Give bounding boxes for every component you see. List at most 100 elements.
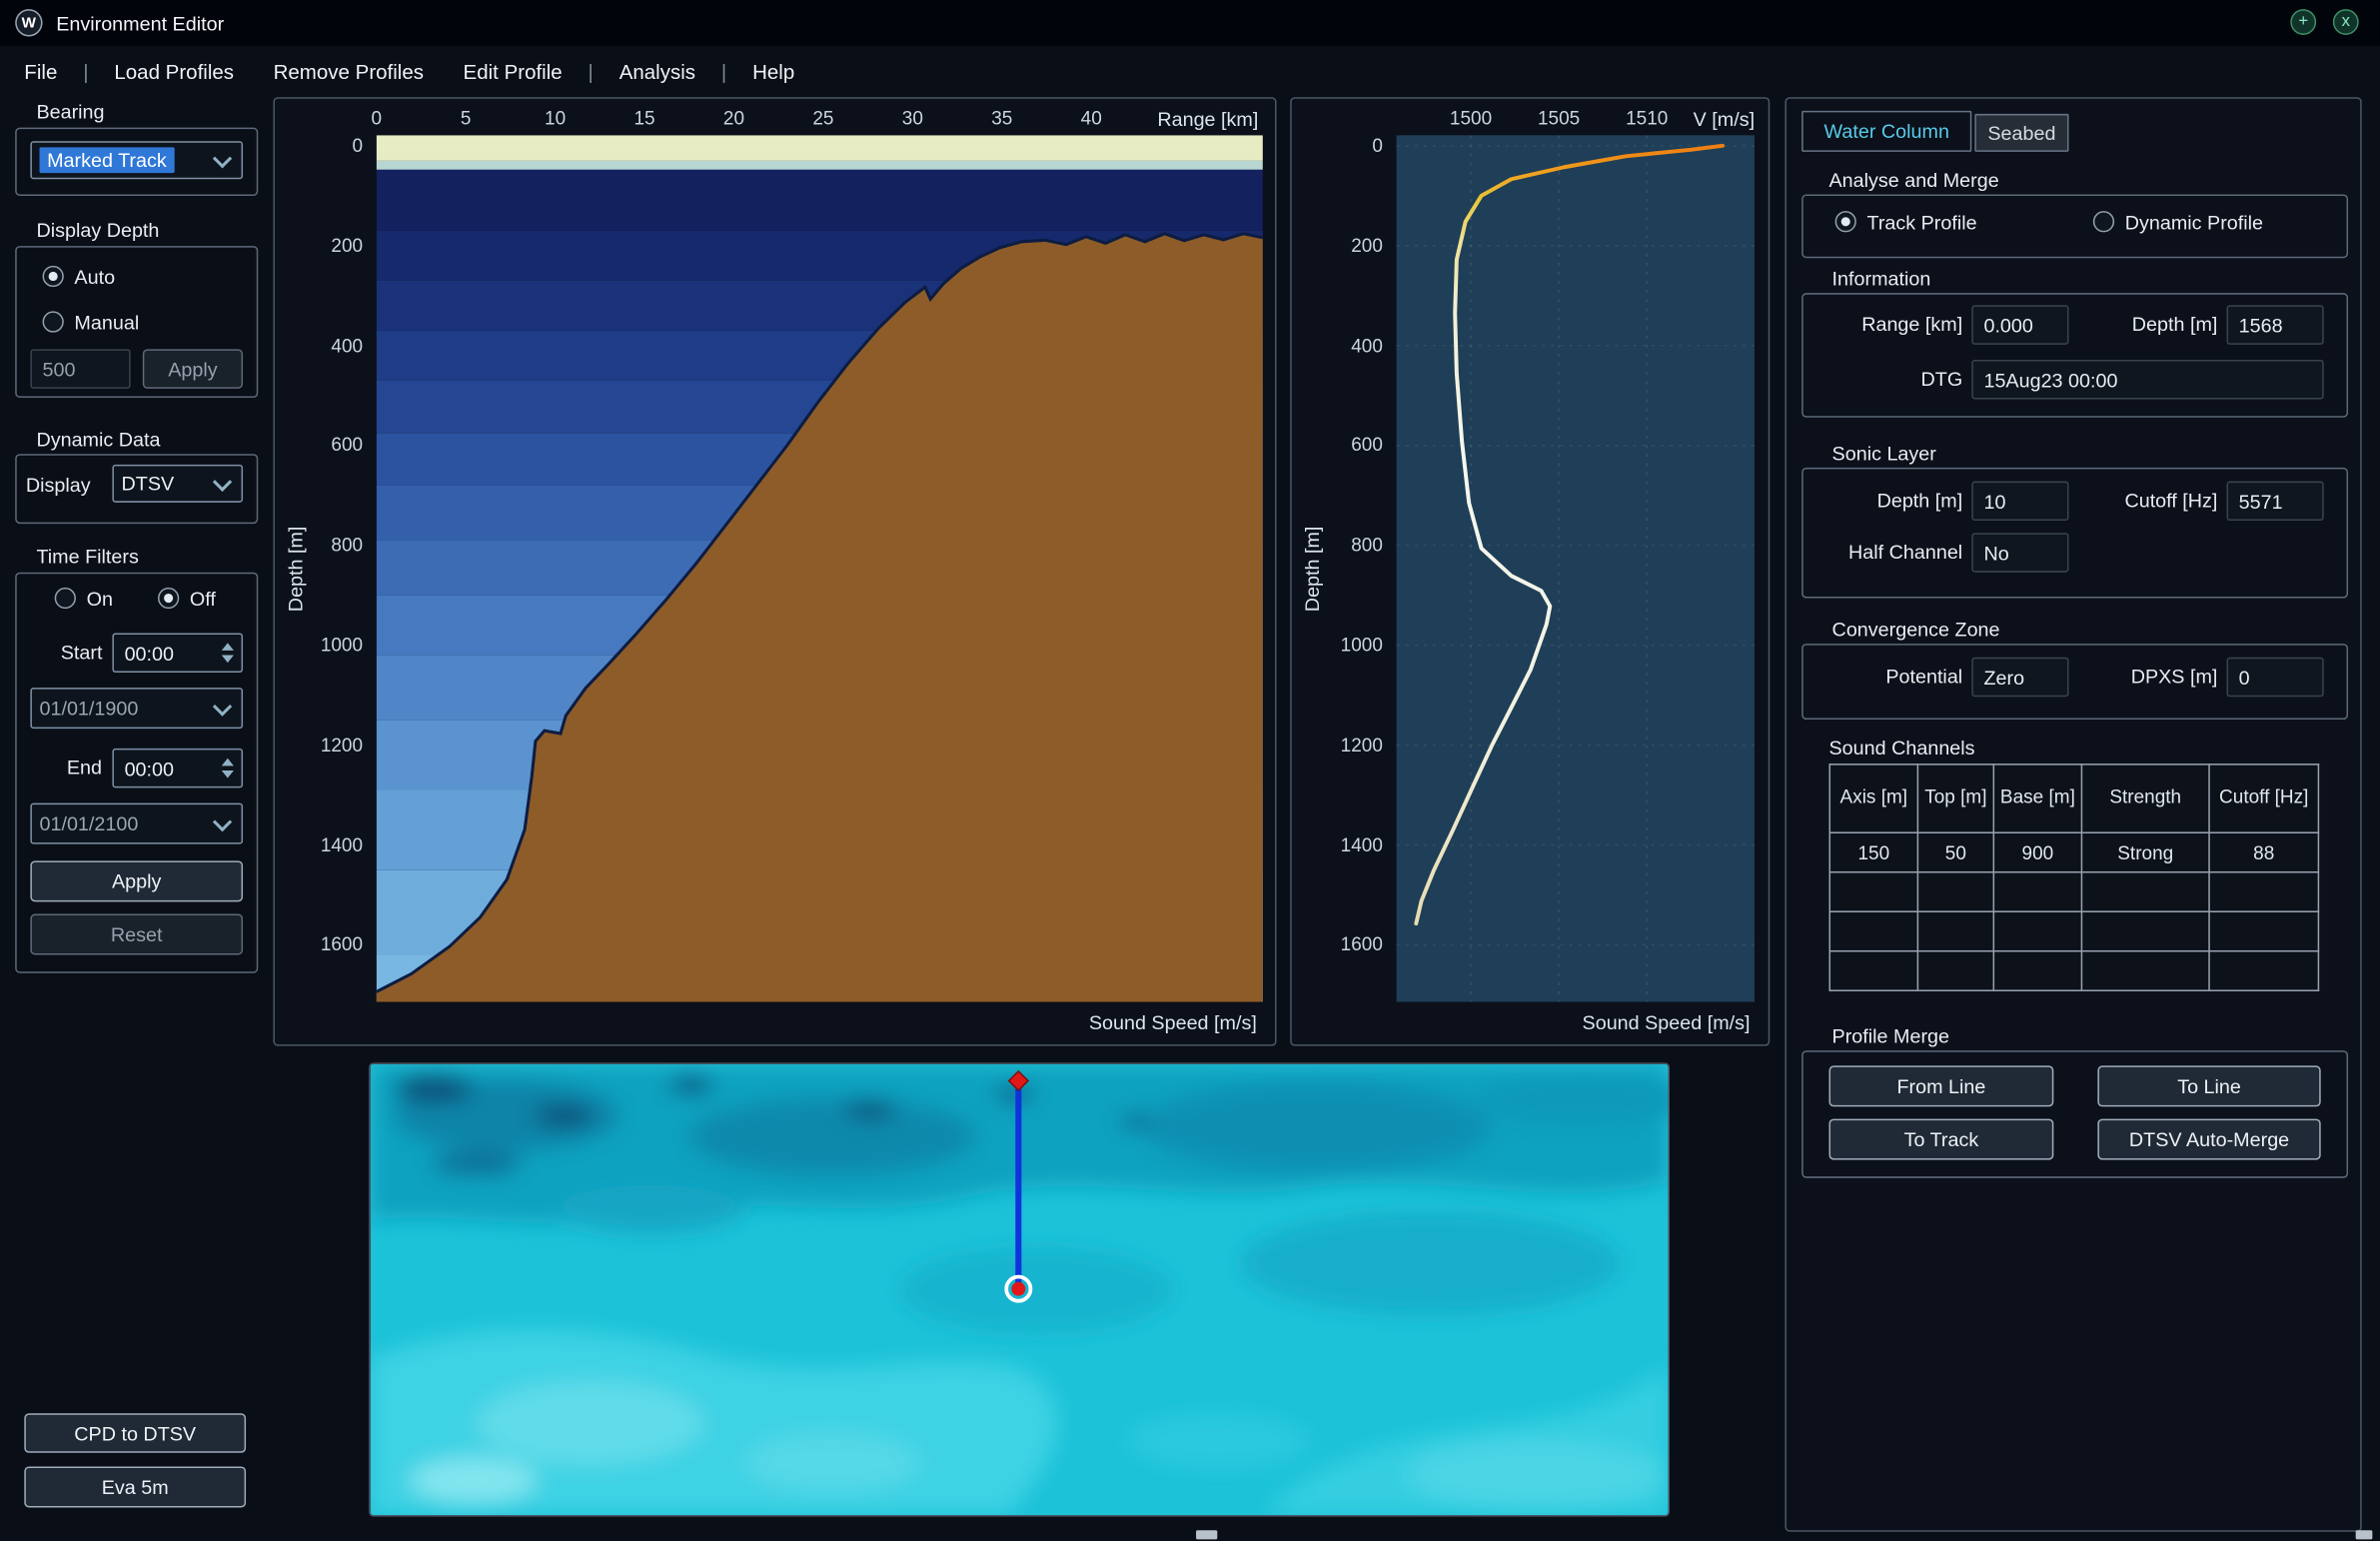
depth-tick-label: 800 [1351, 535, 1383, 556]
depth-auto-radio[interactable] [43, 266, 64, 287]
sound-channels-table[interactable]: Axis [m]Top [m]Base [m]StrengthCutoff [H… [1829, 764, 2320, 991]
depth-tick-label: 200 [331, 235, 363, 256]
menu-file[interactable]: File [0, 60, 77, 83]
sound-speed-profile-chart[interactable] [1397, 135, 1756, 1001]
manual-depth-input[interactable]: 500 [30, 349, 130, 388]
sonic-cutoff-field[interactable]: 5571 [2227, 482, 2324, 521]
information-group-label: Information [1832, 267, 1931, 290]
velocity-tick-label: 1505 [1538, 108, 1580, 129]
depth-tick-label: 400 [331, 335, 363, 356]
range-tick-label: 20 [723, 108, 744, 129]
menu-help[interactable]: Help [732, 60, 814, 83]
depth-tick-label: 600 [331, 435, 363, 456]
sound-channels-cell [1829, 951, 1917, 990]
dynamic-profile-radio-label: Dynamic Profile [2125, 210, 2263, 233]
track-profile-radio[interactable] [1835, 211, 1856, 232]
dpxs-field[interactable]: 0 [2227, 658, 2324, 697]
sound-channels-header: Cutoff [Hz] [2209, 765, 2318, 832]
time-filter-off-radio[interactable] [158, 588, 179, 609]
menu-remove-profiles[interactable]: Remove Profiles [254, 60, 444, 83]
sound-channels-cell [2081, 911, 2209, 950]
to-line-button[interactable]: To Line [2097, 1065, 2320, 1106]
sonic-depth-field[interactable]: 10 [1971, 482, 2068, 521]
depth-axis-label: Depth [m] [284, 135, 307, 1001]
to-track-button[interactable]: To Track [1829, 1119, 2054, 1160]
menu-load-profiles[interactable]: Load Profiles [95, 60, 254, 83]
app-logo-icon: W [15, 9, 42, 36]
spinner-arrows-icon[interactable] [222, 643, 234, 663]
time-filters-group-label: Time Filters [36, 545, 138, 568]
half-channel-label: Half Channel [1807, 541, 1962, 564]
scrollbar-thumb[interactable] [1196, 1530, 1217, 1539]
end-date-combo[interactable]: 01/01/2100 [30, 803, 243, 844]
sound-channels-header: Base [m] [1993, 765, 2081, 832]
bearing-combo[interactable]: Marked Track [30, 141, 243, 179]
info-depth-field[interactable]: 1568 [2227, 305, 2324, 344]
dpxs-label: DPXS [m] [2075, 665, 2218, 688]
sound-channels-cell [2209, 951, 2318, 990]
sound-speed-profile-panel: 150015051510 V [m/s] 0200400600800100012… [1290, 97, 1770, 1045]
minimize-button[interactable]: + [2290, 9, 2316, 35]
app-logo-letter: W [22, 14, 36, 31]
sound-channels-cell [2081, 951, 2209, 990]
range-km-field[interactable]: 0.000 [1971, 305, 2068, 344]
time-filter-off-radio-row: Off [158, 586, 216, 610]
time-filter-on-radio[interactable] [55, 588, 76, 609]
close-button[interactable]: x [2333, 9, 2359, 35]
end-time-value: 00:00 [125, 757, 174, 779]
end-time-spinner[interactable]: 00:00 [112, 749, 243, 787]
sound-channels-row: 15050900Strong88 [1829, 832, 2318, 871]
end-date-value: 01/01/2100 [39, 812, 138, 835]
cpd-to-dtsv-button[interactable]: CPD to DTSV [24, 1413, 246, 1452]
depth-tick-label: 0 [1372, 135, 1383, 156]
menu-bar: File | Load Profiles Remove Profiles Edi… [0, 46, 2380, 98]
menu-edit-profile[interactable]: Edit Profile [444, 60, 583, 83]
sound-channels-cell [1917, 951, 1993, 990]
depth-manual-radio[interactable] [43, 311, 64, 332]
time-filters-reset-button[interactable]: Reset [30, 913, 243, 954]
time-filters-apply-button[interactable]: Apply [30, 860, 243, 901]
dynamic-profile-radio[interactable] [2093, 211, 2114, 232]
sound-speed-band [377, 170, 1263, 231]
dtg-label: DTG [1807, 368, 1962, 391]
menu-analysis[interactable]: Analysis [599, 60, 715, 83]
start-date-combo[interactable]: 01/01/1900 [30, 688, 243, 729]
dtg-field[interactable]: 15Aug23 00:00 [1971, 360, 2323, 399]
sound-speed-section-panel: 0510152025303540 Range [km] 020040060080… [273, 97, 1276, 1045]
range-axis-label: Range [km] [1157, 108, 1258, 131]
dynamic-data-combo[interactable]: DTSV [112, 465, 243, 503]
eva-5m-button[interactable]: Eva 5m [24, 1466, 246, 1507]
from-line-button[interactable]: From Line [1829, 1065, 2054, 1106]
sound-channels-cell [1829, 872, 1917, 911]
sound-speed-section-chart[interactable] [377, 135, 1263, 1001]
tab-seabed[interactable]: Seabed [1974, 114, 2068, 152]
potential-field[interactable]: Zero [1971, 658, 2068, 697]
bathymetry-map-panel[interactable] [369, 1062, 1670, 1516]
bathymetry-map[interactable] [371, 1064, 1669, 1515]
sound-channels-group-label: Sound Channels [1829, 737, 1975, 760]
spinner-arrows-icon[interactable] [222, 759, 234, 778]
sound-channels-cell [1993, 911, 2081, 950]
section-chart-footer-label: Sound Speed [m/s] [1089, 1011, 1257, 1034]
start-time-spinner[interactable]: 00:00 [112, 633, 243, 672]
title-bar: W Environment Editor + x [0, 0, 2380, 46]
sound-channels-cell [2081, 872, 2209, 911]
display-depth-apply-button[interactable]: Apply [143, 349, 243, 388]
window-title: Environment Editor [56, 11, 224, 34]
range-tick-label: 30 [902, 108, 923, 129]
dtsv-auto-merge-button[interactable]: DTSV Auto-Merge [2097, 1119, 2320, 1160]
sonic-depth-label: Depth [m] [1807, 489, 1962, 512]
sound-channels-header: Axis [m] [1829, 765, 1917, 832]
start-date-value: 01/01/1900 [39, 697, 138, 720]
sound-channels-row [1829, 911, 2318, 950]
tab-water-column[interactable]: Water Column [1801, 111, 1971, 152]
depth-tick-label: 1600 [321, 934, 363, 955]
sound-channels-cell: Strong [2081, 832, 2209, 871]
track-end-marker[interactable] [1011, 1282, 1025, 1296]
resize-grip[interactable] [2356, 1530, 2373, 1539]
sound-channels-cell [1993, 951, 2081, 990]
track-profile-radio-row: Track Profile [1835, 210, 1977, 234]
water-column-panel: Water Column Seabed Analyse and Merge Tr… [1785, 97, 2361, 1532]
half-channel-field[interactable]: No [1971, 533, 2068, 572]
depth-tick-label: 1000 [321, 635, 363, 656]
